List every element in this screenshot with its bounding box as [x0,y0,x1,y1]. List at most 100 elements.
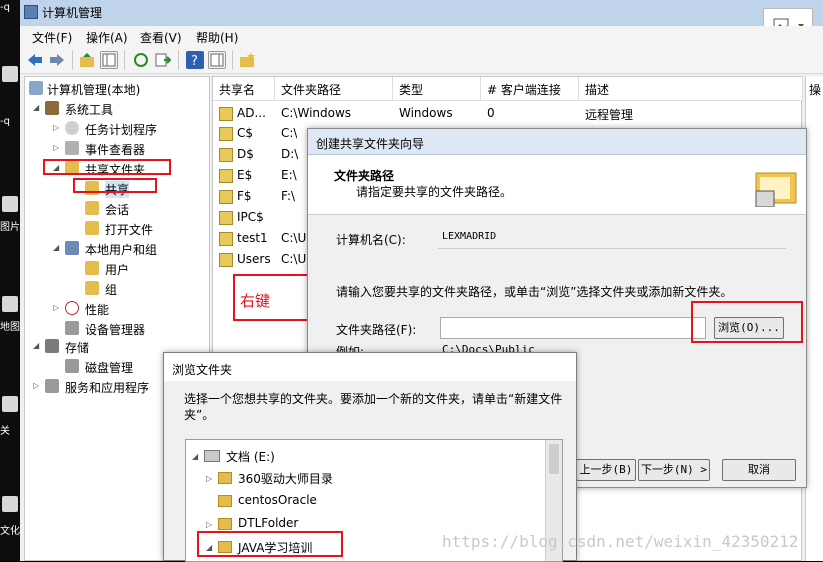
collapse-arrow-icon[interactable]: ◢ [33,341,39,350]
share-name: F$ [237,189,252,203]
computer-management-icon [24,5,38,19]
desktop-icon[interactable] [2,296,18,312]
menu-help[interactable]: 帮助(H) [196,29,238,46]
share-name: test1 [237,231,268,245]
cancel-button[interactable]: 取消 [722,459,796,481]
menu-view[interactable]: 查看(V) [140,29,182,46]
desktop-icon[interactable] [2,66,18,82]
menu-bar: 文件(F) 操作(A) 查看(V) 帮助(H) [20,26,823,46]
drive-label[interactable]: 文档 (E:) [226,448,275,465]
menu-file[interactable]: 文件(F) [32,29,72,46]
up-folder-icon[interactable] [78,51,96,69]
browse-instruction: 选择一个您想共享的文件夹。要添加一个新的文件夹，请单击“新建文件夹”。 [184,392,563,422]
forward-arrow-icon[interactable] [48,51,66,69]
show-hide-tree-icon[interactable] [100,51,118,69]
share-name: AD... [237,106,266,120]
tree-services-apps[interactable]: 服务和应用程序 [65,379,149,396]
tree-event-viewer[interactable]: 事件查看器 [85,141,145,158]
tree-storage[interactable]: 存储 [65,339,89,356]
desktop-icon[interactable] [2,396,18,412]
collapse-arrow-icon[interactable]: ◢ [33,103,39,112]
expand-arrow-icon[interactable]: ▷ [53,303,59,312]
device-manager-icon [65,321,79,335]
share-path: C:\Windows [281,106,352,120]
toolbar-separator [124,50,125,70]
share-icon [219,148,233,162]
right-click-annotation: 右键 [240,292,271,310]
expand-arrow-icon[interactable]: ▷ [206,520,212,529]
browse-title: 浏览文件夹 [172,363,233,377]
wizard-title-bar[interactable]: 创建共享文件夹向导 [308,129,806,155]
expand-arrow-icon[interactable]: ▷ [53,123,59,132]
back-arrow-icon[interactable] [26,51,44,69]
event-viewer-icon [65,141,79,155]
tree-groups[interactable]: 组 [105,281,117,298]
tree-task-scheduler[interactable]: 任务计划程序 [85,121,157,138]
share-icon [219,169,233,183]
folder-item[interactable]: centosOracle [238,493,317,507]
open-files-icon [85,221,99,235]
desktop-label: 关 [0,426,10,437]
share-name: Users [237,252,271,266]
tree-local-users[interactable]: 本地用户和组 [85,241,157,258]
title-bar[interactable]: 计算机管理 [20,0,823,26]
toolbar-separator [232,50,233,70]
tree-performance[interactable]: 性能 [85,301,109,318]
export-list-icon[interactable] [154,51,172,69]
folder-path-label: 文件夹路径(F): [336,323,417,337]
tree-root[interactable]: 计算机管理(本地) [47,81,140,98]
folder-path-input[interactable] [440,317,706,339]
performance-icon [65,301,79,315]
share-name: D$ [237,147,254,161]
collapse-arrow-icon[interactable]: ◢ [53,243,59,252]
tools-icon [45,101,59,115]
help-icon[interactable]: ? [186,51,204,69]
refresh-icon[interactable] [132,51,150,69]
tree-device-manager[interactable]: 设备管理器 [85,321,145,338]
browse-title-bar[interactable]: 浏览文件夹 [164,353,576,381]
column-header-description[interactable]: 描述 [579,77,803,101]
tree-open-files[interactable]: 打开文件 [105,221,153,238]
new-share-icon[interactable] [238,51,256,69]
browse-folder-dialog: 浏览文件夹 选择一个您想共享的文件夹。要添加一个新的文件夹，请单击“新建文件夹”… [163,352,577,562]
storage-icon [45,339,59,353]
next-button[interactable]: 下一步(N) > [638,459,710,481]
share-type: Windows [399,106,453,120]
desktop-label: 文化 [0,526,20,537]
collapse-arrow-icon[interactable]: ◢ [192,452,198,461]
column-header-share-name[interactable]: 共享名 [213,77,275,101]
desktop-icon[interactable] [2,496,18,512]
expand-arrow-icon[interactable]: ▷ [206,474,212,483]
share-path: C:\ [281,126,298,140]
watermark: https://blog.csdn.net/weixin_42350212 [442,532,799,551]
share-path: D:\ [281,147,299,161]
share-path: E:\ [281,168,297,182]
desktop-label: 地图 [0,322,20,333]
action-pane-icon[interactable] [208,51,226,69]
tree-system-tools[interactable]: 系统工具 [65,101,113,118]
tree-sessions[interactable]: 会话 [105,201,129,218]
expand-arrow-icon[interactable]: ▷ [33,381,39,390]
share-icon [219,253,233,267]
shared-folder-icon [754,163,798,208]
actions-pane: 操 [805,76,823,561]
menu-action[interactable]: 操作(A) [86,29,128,46]
services-icon [45,379,59,393]
desktop-label: -q [0,116,10,127]
column-header-clients[interactable]: # 客户端连接 [481,77,579,101]
column-header-type[interactable]: 类型 [393,77,481,101]
wizard-title: 创建共享文件夹向导 [316,137,425,151]
folder-item[interactable]: 360驱动大师目录 [238,470,333,487]
desktop-icon[interactable] [2,196,18,212]
toolbar: ? [20,46,823,74]
tree-users[interactable]: 用户 [105,261,129,278]
back-button[interactable]: 上一步(B) [576,459,636,481]
tree-disk-management[interactable]: 磁盘管理 [85,359,133,376]
column-header-path[interactable]: 文件夹路径 [275,77,393,101]
wizard-subheading: 请指定要共享的文件夹路径。 [356,185,513,199]
expand-arrow-icon[interactable]: ▷ [53,143,59,152]
scrollbar-thumb[interactable] [549,444,559,474]
folder-item[interactable]: DTLFolder [238,516,298,530]
share-name: E$ [237,168,253,182]
sessions-icon [85,201,99,215]
